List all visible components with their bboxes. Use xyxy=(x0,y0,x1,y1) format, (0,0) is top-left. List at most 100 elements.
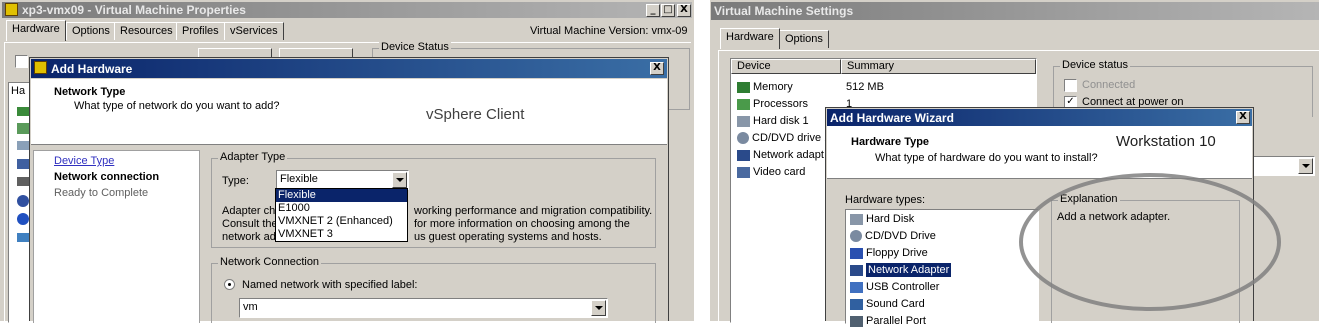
hardware-type-item[interactable]: Parallel Port xyxy=(848,313,1036,330)
named-network-radio[interactable] xyxy=(224,279,235,290)
wizard-title-bar: Add Hardware Wizard X xyxy=(827,109,1252,126)
option-e1000[interactable]: E1000 xyxy=(276,202,407,215)
option-vmxnet2[interactable]: VMXNET 2 (Enhanced) xyxy=(276,215,407,228)
device-column-header[interactable]: Device xyxy=(731,59,841,74)
network-label-select[interactable]: vm xyxy=(239,298,608,318)
network-icon xyxy=(17,233,29,242)
tab-profiles[interactable]: Profiles xyxy=(176,22,225,40)
hardware-type-item[interactable]: Network Adapter xyxy=(848,262,1036,279)
chevron-down-icon[interactable] xyxy=(392,172,407,188)
hard-disk-icon xyxy=(17,141,29,150)
add-hardware-close-button[interactable]: X xyxy=(650,62,664,75)
named-network-label: Named network with specified label: xyxy=(242,279,418,291)
settings-title-bar: Virtual Machine Settings xyxy=(711,2,1319,20)
workstation-watermark: Workstation 10 xyxy=(1116,133,1216,150)
adapter-type-dropdown: Flexible E1000 VMXNET 2 (Enhanced) VMXNE… xyxy=(275,188,408,242)
network-label-value: vm xyxy=(243,301,258,313)
usb-icon xyxy=(850,281,863,293)
monitor-icon xyxy=(17,159,29,169)
device-name: Memory xyxy=(753,81,793,93)
tab-options[interactable]: Options xyxy=(66,22,116,40)
device-row[interactable]: Memory 512 MB xyxy=(735,79,1035,96)
vm-add-icon xyxy=(34,61,47,74)
parallel-port-icon xyxy=(850,315,863,327)
hardware-type-item[interactable]: Sound Card xyxy=(848,296,1036,313)
step-ready-to-complete: Ready to Complete xyxy=(54,187,149,199)
tab-options[interactable]: Options xyxy=(779,30,829,48)
step-device-type[interactable]: Device Type xyxy=(54,155,114,167)
summary-column-header[interactable]: Summary xyxy=(841,59,1036,74)
connected-label: Connected xyxy=(1082,79,1136,91)
hardware-type-item[interactable]: Hard Disk xyxy=(848,211,1036,228)
hardware-type-item[interactable]: Floppy Drive xyxy=(848,245,1036,262)
wizard-title: Add Hardware Wizard xyxy=(830,111,954,125)
memory-icon xyxy=(737,81,750,93)
sound-card-icon xyxy=(850,298,863,310)
tab-hardware[interactable]: Hardware xyxy=(720,28,780,49)
connected-checkbox[interactable] xyxy=(1064,79,1077,92)
hardware-type-item[interactable]: CD/DVD Drive xyxy=(848,228,1036,245)
add-hardware-title: Add Hardware xyxy=(51,62,133,76)
hardware-type-label: CD/DVD Drive xyxy=(865,230,936,242)
add-hardware-header: Network Type What type of network do you… xyxy=(31,79,667,145)
device-summary: 512 MB xyxy=(846,81,884,93)
network-chevron-down-icon[interactable] xyxy=(591,300,606,316)
adapter-type-value: Flexible xyxy=(280,173,318,185)
cd-dvd-icon xyxy=(737,132,749,145)
adapter-type-select[interactable]: Flexible xyxy=(276,170,409,190)
wizard-close-button[interactable]: X xyxy=(1236,111,1250,124)
adapter-desc-1a: Adapter ch xyxy=(222,205,276,217)
network-type-heading: Network Type xyxy=(54,86,126,98)
add-hardware-title-bar: Add Hardware X xyxy=(31,59,667,78)
hardware-type-item[interactable]: USB Controller xyxy=(848,279,1036,296)
wizard-steps: Device Type Network connection Ready to … xyxy=(33,150,200,323)
device-name: Network adapt xyxy=(753,149,824,161)
properties-tabs: Hardware Options Resources Profiles vSer… xyxy=(4,20,324,42)
vm-icon xyxy=(5,3,18,16)
properties-title: xp3-vmx09 - Virtual Machine Properties xyxy=(22,3,246,17)
floppy-icon xyxy=(850,247,863,259)
network-connection-label: Network Connection xyxy=(218,256,322,268)
network-adapter-icon xyxy=(850,264,863,276)
cd-dvd-icon xyxy=(850,230,862,243)
hard-disk-icon xyxy=(737,115,750,127)
hardware-type-label: Floppy Drive xyxy=(866,247,928,259)
adapter-desc-2a: Consult the xyxy=(222,218,278,230)
hardware-type-label: Network Adapter xyxy=(864,262,953,278)
maximize-button[interactable]: □ xyxy=(661,4,675,17)
hardware-type-heading: Hardware Type xyxy=(851,136,930,148)
tab-resources[interactable]: Resources xyxy=(114,22,179,40)
hardware-type-label: USB Controller xyxy=(866,281,940,293)
adapter-desc-3a: network ad xyxy=(222,231,276,243)
minimize-button[interactable]: _ xyxy=(646,4,660,17)
properties-title-bar: xp3-vmx09 - Virtual Machine Properties _… xyxy=(2,2,692,18)
option-vmxnet3[interactable]: VMXNET 3 xyxy=(276,228,407,241)
hardware-types-label: Hardware types: xyxy=(845,194,926,206)
type-label: Type: xyxy=(222,175,249,187)
device-status-label: Device status xyxy=(1060,59,1131,71)
video-card-icon xyxy=(737,166,750,178)
hardware-type-label: Parallel Port xyxy=(866,315,926,327)
vsphere-properties-window: xp3-vmx09 - Virtual Machine Properties _… xyxy=(0,0,694,323)
device-name: Hard disk 1 xyxy=(753,115,809,127)
network-type-subheading: What type of network do you want to add? xyxy=(74,100,280,112)
serial-port-icon xyxy=(17,213,29,225)
close-button[interactable]: X xyxy=(677,4,691,17)
tab-hardware[interactable]: Hardware xyxy=(6,20,66,41)
hardware-type-label: Hard Disk xyxy=(866,213,915,225)
option-flexible[interactable]: Flexible xyxy=(276,189,407,202)
tab-vservices[interactable]: vServices xyxy=(224,22,284,40)
network-connection-group: Network Connection Named network with sp… xyxy=(211,256,656,323)
device-name: CD/DVD drive 1 xyxy=(752,132,831,144)
type-rows: Hard Disk CD/DVD Drive Floppy Drive Network… xyxy=(848,211,1036,330)
show-all-checkbox[interactable] xyxy=(15,55,28,68)
vsphere-watermark: vSphere Client xyxy=(426,106,525,123)
hardware-type-label: Sound Card xyxy=(866,298,925,310)
processor-icon xyxy=(737,98,750,110)
adapter-desc-2b: for more information on choosing among t… xyxy=(414,218,630,230)
floppy-icon xyxy=(17,177,29,186)
network-adapter-icon xyxy=(737,149,750,161)
adapter-desc-1b: working performance and migration compat… xyxy=(414,205,653,217)
hard-disk-icon xyxy=(850,213,863,225)
adapter-type-label: Adapter Type xyxy=(218,151,288,163)
